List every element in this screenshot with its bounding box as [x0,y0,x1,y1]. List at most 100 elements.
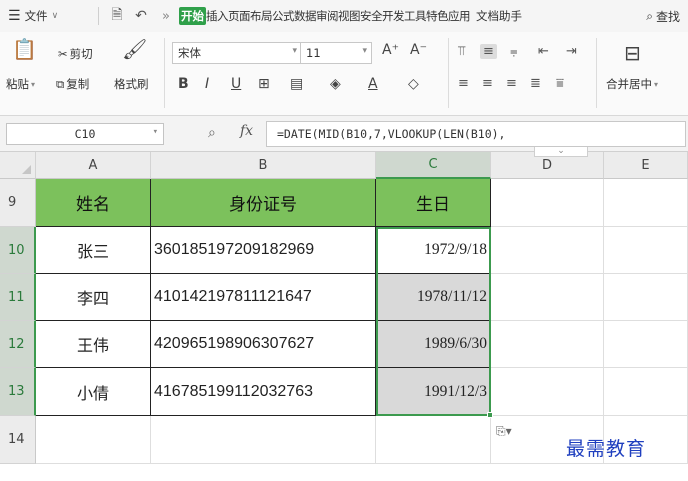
column-header-b[interactable]: B [151,152,376,179]
select-all-corner[interactable] [0,152,36,179]
table-cell-id[interactable]: 420965198906307627 [151,321,376,368]
formula-text: =DATE(MID(B10,7,VLOOKUP(LEN(B10), [277,127,506,141]
empty-cell[interactable] [491,179,604,227]
bold-icon[interactable]: B [178,76,189,92]
empty-cell[interactable] [604,179,688,227]
tab-data[interactable]: 数据 [294,0,317,32]
fx-icon[interactable]: fx [240,123,253,139]
row-header-9[interactable]: 9 [0,179,36,227]
row-header-14[interactable]: 14 [0,416,36,464]
tab-view[interactable]: 视图 [338,0,361,32]
empty-cell[interactable] [36,416,151,464]
fill-handle[interactable] [487,412,493,418]
row-header-11[interactable]: 11 [0,274,36,321]
row-header-13[interactable]: 13 [0,368,36,416]
header-cell-birthday[interactable]: 生日 [376,179,491,227]
search-button[interactable]: ⌕ 查找 [646,0,680,32]
tab-security[interactable]: 安全 [360,0,383,32]
merge-center-icon[interactable]: ⊟ [624,42,641,64]
formula-input[interactable]: =DATE(MID(B10,7,VLOOKUP(LEN(B10), [266,121,686,147]
paste-options-button[interactable]: ⎘▾ [496,424,512,439]
chevron-down-icon: ▾ [31,79,36,89]
zoom-lookup-icon[interactable]: ⌕ [208,125,216,141]
font-size-select[interactable]: 11 ▾ [300,42,372,64]
tab-insert[interactable]: 插入 [206,0,229,32]
table-cell-id[interactable]: 410142197811121647 [151,274,376,321]
table-cell-id[interactable]: 360185197209182969 [151,227,376,274]
font-color-icon[interactable]: A [368,76,378,92]
table-cell-birthday[interactable]: 1972/9/18 [376,227,491,274]
align-top-icon[interactable]: ⫪ [458,44,465,59]
empty-cell[interactable] [491,368,604,416]
align-right-icon[interactable]: ≡ [506,76,517,91]
row-header-10[interactable]: 10 [0,227,36,274]
tab-formula[interactable]: 公式 [272,0,295,32]
empty-cell[interactable] [604,368,688,416]
name-box[interactable]: C10 ▾ [6,123,164,145]
table-cell-name[interactable]: 张三 [36,227,151,274]
file-menu-button[interactable]: ☰ 文件 ∨ [0,0,92,32]
italic-icon[interactable]: I [205,76,209,92]
column-header-a[interactable]: A [36,152,151,179]
cell-style-icon[interactable]: ▤ [290,76,303,92]
header-cell-name[interactable]: 姓名 [36,179,151,227]
decrease-indent-icon[interactable]: ⇤ [538,44,549,59]
align-bottom-icon[interactable]: ⩦ [510,44,518,59]
fill-color-icon[interactable]: ◈ [330,76,341,92]
decrease-font-icon[interactable]: A⁻ [410,42,427,58]
undo-icon[interactable]: ↶ [129,8,153,24]
paste-options-icon: ⎘▾ [496,424,512,438]
search-icon: ⌕ [646,8,653,23]
align-middle-icon[interactable]: ≡ [480,44,497,59]
empty-cell[interactable] [151,416,376,464]
increase-indent-icon[interactable]: ⇥ [566,44,577,59]
tab-page-layout[interactable]: 页面布局 [228,0,273,32]
table-cell-id[interactable]: 416785199112032763 [151,368,376,416]
copy-button[interactable]: ⧉ 复制 [56,76,89,92]
empty-cell[interactable] [491,321,604,368]
table-cell-name[interactable]: 李四 [36,274,151,321]
row-header-12[interactable]: 12 [0,321,36,368]
tab-review[interactable]: 审阅 [316,0,339,32]
ribbon-toolbar: 📋 粘贴 ▾ ✂ 剪切 ⧉ 复制 🖌 格式刷 宋体 ▾ 11 ▾ A⁺ A⁻ B… [0,32,688,116]
paste-icon[interactable]: 📋 [12,38,37,60]
increase-font-icon[interactable]: A⁺ [382,42,399,58]
tab-home[interactable]: 开始 [179,0,206,32]
tab-doc-assistant[interactable]: 文档助手 [476,0,522,32]
paste-button[interactable]: 粘贴 ▾ [6,76,35,92]
distributed-icon[interactable]: ⩸ [556,76,564,91]
align-left-icon[interactable]: ≡ [458,76,469,91]
column-header-e[interactable]: E [604,152,688,179]
chevron-down-icon: ▾ [654,79,659,89]
empty-cell[interactable] [491,227,604,274]
formula-expand-button[interactable]: ⌄ [534,147,588,157]
empty-cell[interactable] [604,227,688,274]
align-center-icon[interactable]: ≡ [482,76,493,91]
header-cell-id[interactable]: 身份证号 [151,179,376,227]
clear-format-icon[interactable]: ◇ [408,76,419,92]
underline-icon[interactable]: U [231,76,241,92]
empty-cell[interactable] [491,274,604,321]
empty-cell[interactable] [604,321,688,368]
tab-developer[interactable]: 开发工具 [382,0,427,32]
table-cell-birthday[interactable]: 1989/6/30 [376,321,491,368]
border-icon[interactable]: ⊞ [258,76,270,92]
column-header-c[interactable]: C [376,152,491,179]
tab-special-apps[interactable]: 特色应用 [426,0,471,32]
save-icon[interactable]: 🗎 [105,4,129,28]
format-painter-button[interactable]: 格式刷 [114,76,149,92]
cut-button[interactable]: ✂ 剪切 [58,46,93,62]
merge-center-button[interactable]: 合并居中 ▾ [606,76,658,92]
table-cell-name[interactable]: 小倩 [36,368,151,416]
font-name-select[interactable]: 宋体 ▾ [172,42,302,64]
justify-icon[interactable]: ≣ [530,76,541,91]
empty-cell[interactable] [376,416,491,464]
more-icon[interactable]: » [153,9,179,24]
copy-label: 复制 [66,77,90,91]
empty-cell[interactable] [604,274,688,321]
format-painter-icon[interactable]: 🖌 [122,38,147,60]
chevron-down-icon: ▾ [152,127,158,137]
table-cell-birthday[interactable]: 1991/12/3 [376,368,491,416]
table-cell-name[interactable]: 王伟 [36,321,151,368]
table-cell-birthday[interactable]: 1978/11/12 [376,274,491,321]
